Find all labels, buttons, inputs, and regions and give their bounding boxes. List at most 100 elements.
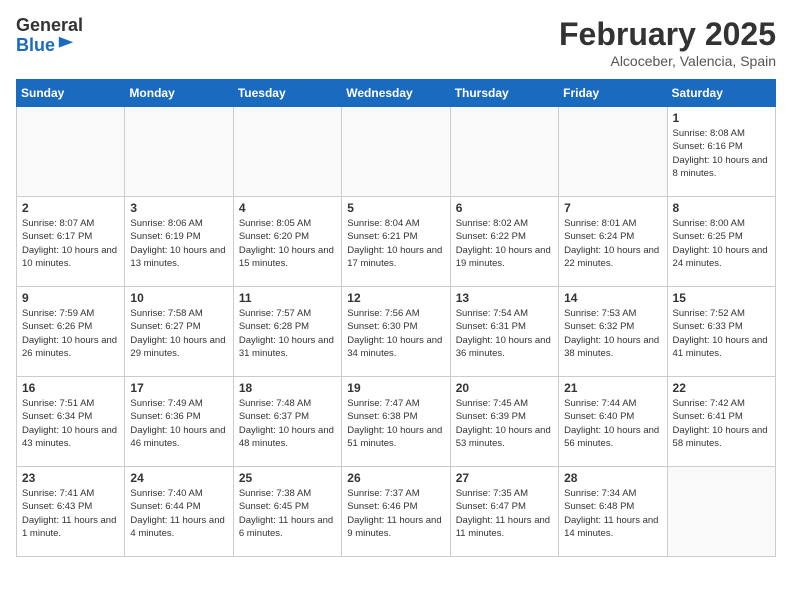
calendar-cell: [17, 107, 125, 197]
logo-general-text: General: [16, 16, 83, 36]
calendar-cell: 17Sunrise: 7:49 AM Sunset: 6:36 PM Dayli…: [125, 377, 233, 467]
day-info: Sunrise: 7:44 AM Sunset: 6:40 PM Dayligh…: [564, 397, 661, 450]
day-info: Sunrise: 7:41 AM Sunset: 6:43 PM Dayligh…: [22, 487, 119, 540]
day-info: Sunrise: 7:53 AM Sunset: 6:32 PM Dayligh…: [564, 307, 661, 360]
day-number: 1: [673, 111, 770, 125]
day-number: 25: [239, 471, 336, 485]
calendar-header-row: SundayMondayTuesdayWednesdayThursdayFrid…: [17, 80, 776, 107]
calendar-cell: 22 Sunrise: 7:42 AM Sunset: 6:41 PM Dayli…: [667, 377, 775, 467]
day-number: 14: [564, 291, 661, 305]
day-info: Sunrise: 8:07 AM Sunset: 6:17 PM Dayligh…: [22, 217, 119, 270]
day-info: Sunrise: 8:00 AM Sunset: 6:25 PM Dayligh…: [673, 217, 770, 270]
day-info: Sunrise: 8:08 AM Sunset: 6:16 PM Dayligh…: [673, 127, 770, 180]
day-number: 13: [456, 291, 553, 305]
day-number: 12: [347, 291, 444, 305]
calendar-cell: 12 Sunrise: 7:56 AM Sunset: 6:30 PM Dayli…: [342, 287, 450, 377]
day-info: Sunrise: 7:56 AM Sunset: 6:30 PM Dayligh…: [347, 307, 444, 360]
day-info: Sunrise: 7:42 AM Sunset: 6:41 PM Dayligh…: [673, 397, 770, 450]
calendar-header-monday: Monday: [125, 80, 233, 107]
page-header: General Blue February 2025 Alcoceber, Va…: [16, 16, 776, 69]
calendar-cell: 11 Sunrise: 7:57 AM Sunset: 6:28 PM Dayli…: [233, 287, 341, 377]
day-info: Sunrise: 7:51 AM Sunset: 6:34 PM Dayligh…: [22, 397, 119, 450]
calendar-week-1: 1 Sunrise: 8:08 AM Sunset: 6:16 PM Daylig…: [17, 107, 776, 197]
calendar-header-wednesday: Wednesday: [342, 80, 450, 107]
day-info: Sunrise: 8:05 AM Sunset: 6:20 PM Dayligh…: [239, 217, 336, 270]
calendar-header-tuesday: Tuesday: [233, 80, 341, 107]
calendar-cell: 28Sunrise: 7:34 AM Sunset: 6:48 PM Dayli…: [559, 467, 667, 557]
day-number: 2: [22, 201, 119, 215]
calendar-table: SundayMondayTuesdayWednesdayThursdayFrid…: [16, 79, 776, 557]
calendar-cell: [450, 107, 558, 197]
day-number: 18: [239, 381, 336, 395]
day-number: 22: [673, 381, 770, 395]
calendar-cell: 8 Sunrise: 8:00 AM Sunset: 6:25 PM Daylig…: [667, 197, 775, 287]
day-info: Sunrise: 7:58 AM Sunset: 6:27 PM Dayligh…: [130, 307, 227, 360]
day-number: 28: [564, 471, 661, 485]
day-number: 6: [456, 201, 553, 215]
day-info: Sunrise: 7:54 AM Sunset: 6:31 PM Dayligh…: [456, 307, 553, 360]
day-info: Sunrise: 7:49 AM Sunset: 6:36 PM Dayligh…: [130, 397, 227, 450]
calendar-cell: 20 Sunrise: 7:45 AM Sunset: 6:39 PM Dayli…: [450, 377, 558, 467]
calendar-header-sunday: Sunday: [17, 80, 125, 107]
day-number: 15: [673, 291, 770, 305]
day-number: 7: [564, 201, 661, 215]
day-info: Sunrise: 7:37 AM Sunset: 6:46 PM Dayligh…: [347, 487, 444, 540]
day-number: 24: [130, 471, 227, 485]
logo-flag-icon: [57, 35, 75, 53]
logo-blue-text: Blue: [16, 36, 55, 56]
day-info: Sunrise: 7:38 AM Sunset: 6:45 PM Dayligh…: [239, 487, 336, 540]
calendar-cell: 21Sunrise: 7:44 AM Sunset: 6:40 PM Dayli…: [559, 377, 667, 467]
title-section: February 2025 Alcoceber, Valencia, Spain: [559, 16, 776, 69]
day-number: 23: [22, 471, 119, 485]
calendar-cell: [125, 107, 233, 197]
day-info: Sunrise: 7:48 AM Sunset: 6:37 PM Dayligh…: [239, 397, 336, 450]
day-number: 20: [456, 381, 553, 395]
calendar-week-3: 9Sunrise: 7:59 AM Sunset: 6:26 PM Daylig…: [17, 287, 776, 377]
day-info: Sunrise: 8:04 AM Sunset: 6:21 PM Dayligh…: [347, 217, 444, 270]
day-info: Sunrise: 7:47 AM Sunset: 6:38 PM Dayligh…: [347, 397, 444, 450]
day-number: 5: [347, 201, 444, 215]
calendar-cell: 25 Sunrise: 7:38 AM Sunset: 6:45 PM Dayli…: [233, 467, 341, 557]
calendar-cell: 18 Sunrise: 7:48 AM Sunset: 6:37 PM Dayli…: [233, 377, 341, 467]
calendar-cell: 26 Sunrise: 7:37 AM Sunset: 6:46 PM Dayli…: [342, 467, 450, 557]
day-number: 26: [347, 471, 444, 485]
calendar-cell: 27 Sunrise: 7:35 AM Sunset: 6:47 PM Dayli…: [450, 467, 558, 557]
day-info: Sunrise: 8:02 AM Sunset: 6:22 PM Dayligh…: [456, 217, 553, 270]
calendar-cell: 23 Sunrise: 7:41 AM Sunset: 6:43 PM Dayli…: [17, 467, 125, 557]
calendar-cell: [233, 107, 341, 197]
calendar-cell: 10 Sunrise: 7:58 AM Sunset: 6:27 PM Dayli…: [125, 287, 233, 377]
calendar-cell: 4 Sunrise: 8:05 AM Sunset: 6:20 PM Daylig…: [233, 197, 341, 287]
calendar-cell: 2 Sunrise: 8:07 AM Sunset: 6:17 PM Daylig…: [17, 197, 125, 287]
calendar-title: February 2025: [559, 16, 776, 53]
calendar-cell: 3 Sunrise: 8:06 AM Sunset: 6:19 PM Daylig…: [125, 197, 233, 287]
day-info: Sunrise: 7:45 AM Sunset: 6:39 PM Dayligh…: [456, 397, 553, 450]
day-number: 4: [239, 201, 336, 215]
calendar-cell: 5 Sunrise: 8:04 AM Sunset: 6:21 PM Daylig…: [342, 197, 450, 287]
day-number: 27: [456, 471, 553, 485]
calendar-header-saturday: Saturday: [667, 80, 775, 107]
calendar-cell: [559, 107, 667, 197]
day-number: 10: [130, 291, 227, 305]
day-info: Sunrise: 7:40 AM Sunset: 6:44 PM Dayligh…: [130, 487, 227, 540]
day-info: Sunrise: 7:35 AM Sunset: 6:47 PM Dayligh…: [456, 487, 553, 540]
calendar-cell: 7 Sunrise: 8:01 AM Sunset: 6:24 PM Daylig…: [559, 197, 667, 287]
calendar-cell: 14 Sunrise: 7:53 AM Sunset: 6:32 PM Dayli…: [559, 287, 667, 377]
day-info: Sunrise: 7:59 AM Sunset: 6:26 PM Dayligh…: [22, 307, 119, 360]
day-info: Sunrise: 8:01 AM Sunset: 6:24 PM Dayligh…: [564, 217, 661, 270]
calendar-cell: 1 Sunrise: 8:08 AM Sunset: 6:16 PM Daylig…: [667, 107, 775, 197]
calendar-cell: 13 Sunrise: 7:54 AM Sunset: 6:31 PM Dayli…: [450, 287, 558, 377]
calendar-cell: 19 Sunrise: 7:47 AM Sunset: 6:38 PM Dayli…: [342, 377, 450, 467]
day-number: 8: [673, 201, 770, 215]
day-number: 19: [347, 381, 444, 395]
day-info: Sunrise: 7:57 AM Sunset: 6:28 PM Dayligh…: [239, 307, 336, 360]
calendar-cell: [342, 107, 450, 197]
calendar-cell: 6 Sunrise: 8:02 AM Sunset: 6:22 PM Daylig…: [450, 197, 558, 287]
logo: General Blue: [16, 16, 83, 56]
calendar-cell: [667, 467, 775, 557]
calendar-cell: 24 Sunrise: 7:40 AM Sunset: 6:44 PM Dayli…: [125, 467, 233, 557]
day-number: 3: [130, 201, 227, 215]
day-info: Sunrise: 8:06 AM Sunset: 6:19 PM Dayligh…: [130, 217, 227, 270]
day-number: 11: [239, 291, 336, 305]
calendar-cell: 9Sunrise: 7:59 AM Sunset: 6:26 PM Daylig…: [17, 287, 125, 377]
calendar-week-2: 2 Sunrise: 8:07 AM Sunset: 6:17 PM Daylig…: [17, 197, 776, 287]
